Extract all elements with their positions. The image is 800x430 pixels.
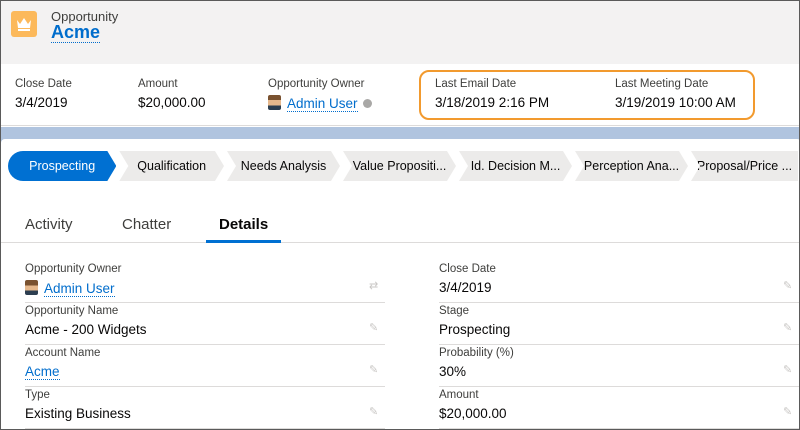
path-stage-proposal-price[interactable]: Proposal/Price ... <box>691 151 798 181</box>
field-label: Close Date <box>439 263 496 275</box>
field-label: Probability (%) <box>439 347 514 359</box>
crown-icon <box>11 11 37 37</box>
field-account-name: Account Name Acme ✎ <box>25 347 385 387</box>
highlight-close-date: Close Date 3/4/2019 <box>15 78 72 110</box>
edit-pencil-icon[interactable]: ✎ <box>369 323 379 334</box>
change-owner-icon[interactable] <box>362 99 372 108</box>
edit-pencil-icon[interactable]: ✎ <box>783 323 793 334</box>
highlight-amount: Amount $20,000.00 <box>138 78 206 110</box>
avatar <box>268 95 281 110</box>
field-value: Prospecting <box>439 322 511 337</box>
record-name-link[interactable]: Acme <box>51 22 101 43</box>
field-label: Stage <box>439 305 470 317</box>
field-opportunity-name: Opportunity Name Acme - 200 Widgets ✎ <box>25 305 385 345</box>
path-stage-qualification[interactable]: Qualification <box>119 151 224 181</box>
path-stage-needs-analysis[interactable]: Needs Analysis <box>227 151 340 181</box>
field-value: $20,000.00 <box>439 406 507 421</box>
highlight-label: Close Date <box>15 78 72 90</box>
field-type: Type Existing Business ✎ <box>25 389 385 429</box>
path-stage-prospecting[interactable]: Prospecting <box>8 151 116 181</box>
field-opportunity-owner: Opportunity Owner Admin User ⇄ <box>25 263 385 303</box>
highlight-owner: Opportunity Owner Admin User <box>268 78 372 112</box>
owner-link[interactable]: Admin User <box>287 96 358 112</box>
annotation-highlight-box <box>419 70 755 120</box>
account-field-value: Acme <box>25 364 60 380</box>
field-label: Type <box>25 389 50 401</box>
tab-activity[interactable]: Activity <box>25 216 73 233</box>
highlight-value: 3/4/2019 <box>15 95 68 110</box>
tab-chatter[interactable]: Chatter <box>122 216 171 233</box>
owner-value-row: Admin User <box>268 95 372 112</box>
field-label: Amount <box>439 389 479 401</box>
field-label: Opportunity Owner <box>25 263 122 275</box>
field-label: Opportunity Name <box>25 305 119 317</box>
highlight-label: Opportunity Owner <box>268 78 365 90</box>
tabset: Activity Chatter Details Opportunity Own… <box>1 205 799 429</box>
tab-details[interactable]: Details <box>219 216 268 233</box>
record-page: Opportunity Acme Close Date 3/4/2019 Amo… <box>0 0 800 430</box>
highlight-label: Amount <box>138 78 178 90</box>
account-link[interactable]: Acme <box>25 364 60 380</box>
owner-field-value: Admin User <box>25 280 115 297</box>
edit-pencil-icon[interactable]: ✎ <box>783 281 793 292</box>
record-header: Opportunity Acme <box>1 1 799 64</box>
edit-pencil-icon[interactable]: ✎ <box>783 407 793 418</box>
tab-bar: Activity Chatter Details <box>1 205 799 243</box>
field-value: 30% <box>439 364 467 379</box>
field-probability: Probability (%) 30% ✎ <box>439 347 799 387</box>
active-tab-indicator <box>206 240 281 243</box>
owner-link[interactable]: Admin User <box>44 281 115 297</box>
highlight-value: $20,000.00 <box>138 95 206 110</box>
edit-pencil-icon[interactable]: ✎ <box>369 365 379 376</box>
edit-pencil-icon[interactable]: ✎ <box>369 407 379 418</box>
sales-path: Prospecting Qualification Needs Analysis… <box>8 151 799 181</box>
change-owner-icon[interactable]: ⇄ <box>369 281 379 292</box>
field-amount: Amount $20,000.00 ✎ <box>439 389 799 429</box>
field-close-date: Close Date 3/4/2019 ✎ <box>439 263 799 303</box>
avatar <box>25 280 38 295</box>
field-value: Existing Business <box>25 406 131 421</box>
field-value: 3/4/2019 <box>439 280 492 295</box>
path-stage-perception-analysis[interactable]: Perception Ana... <box>575 151 688 181</box>
field-stage: Stage Prospecting ✎ <box>439 305 799 345</box>
path-stage-id-decision-makers[interactable]: Id. Decision M... <box>459 151 572 181</box>
field-value: Acme - 200 Widgets <box>25 322 147 337</box>
field-label: Account Name <box>25 347 101 359</box>
edit-pencil-icon[interactable]: ✎ <box>783 365 793 376</box>
path-stage-value-proposition[interactable]: Value Propositi... <box>343 151 456 181</box>
